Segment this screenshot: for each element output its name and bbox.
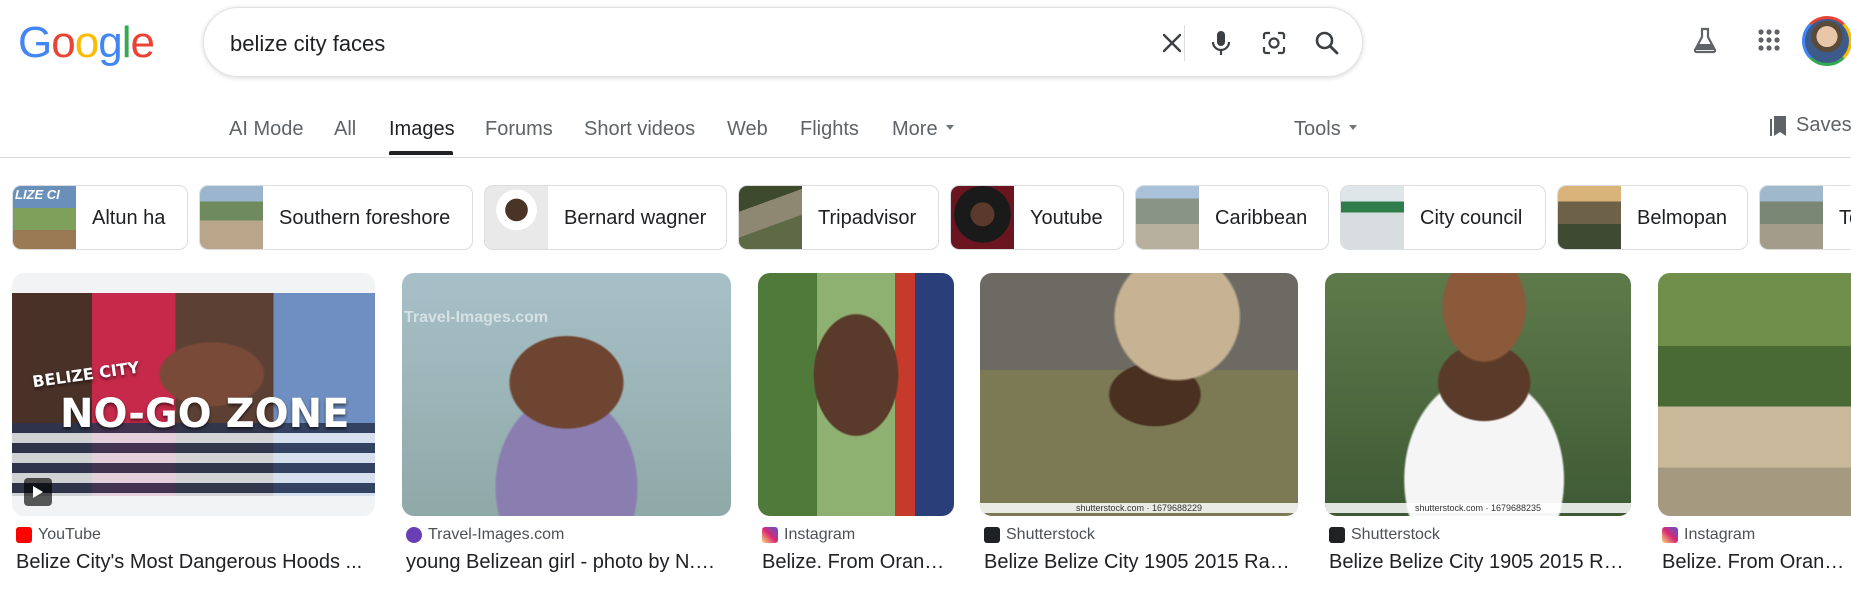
result-source-label: YouTube	[38, 526, 101, 543]
camera-lens-icon[interactable]	[1257, 26, 1291, 60]
chip-thumbnail: LIZE CI	[13, 186, 76, 249]
result-title[interactable]: Belize. From Orang...	[1662, 551, 1850, 574]
travel-images-favicon-icon	[406, 527, 422, 543]
result-title[interactable]: Belize Belize City 1905 2015 Rast...	[984, 551, 1296, 574]
thumb-watermark: Travel-Images.com	[404, 309, 549, 326]
result-source-label: Shutterstock	[1351, 526, 1440, 543]
thumb-watermark: shutterstock.com · 1679688229	[980, 503, 1298, 513]
logo-letter-e: e	[130, 18, 155, 67]
logo-letter-o1: o	[51, 18, 76, 67]
shutterstock-favicon-icon	[1329, 527, 1345, 543]
chip-partial[interactable]: To	[1759, 185, 1851, 250]
tools-label: Tools	[1294, 118, 1341, 140]
chip-label: Altun ha	[92, 207, 166, 229]
search-icon[interactable]	[1310, 26, 1344, 60]
result-source[interactable]: Shutterstock	[984, 526, 1095, 544]
result-source[interactable]: Instagram	[762, 526, 855, 544]
result-source[interactable]: Instagram	[1662, 526, 1755, 544]
chip-thumbnail	[1558, 186, 1621, 249]
result-source-label: Instagram	[784, 526, 856, 543]
instagram-favicon-icon	[1662, 527, 1678, 543]
tab-forums[interactable]: Forums	[485, 118, 553, 141]
chip-city-council[interactable]: City council	[1340, 185, 1546, 250]
result-thumbnail[interactable]	[758, 273, 954, 516]
logo-letter-g2: g	[98, 18, 123, 67]
shutterstock-favicon-icon	[984, 527, 1000, 543]
tabs-divider	[0, 157, 1851, 158]
tab-short-videos[interactable]: Short videos	[584, 118, 695, 141]
saves-label: Saves	[1796, 114, 1851, 136]
saves-button[interactable]: Saves	[1770, 114, 1851, 137]
labs-flask-icon[interactable]	[1687, 22, 1723, 58]
chip-caribbean[interactable]: Caribbean	[1135, 185, 1329, 250]
instagram-favicon-icon	[762, 527, 778, 543]
thumb-overlay-big: NO-GO ZONE	[60, 391, 350, 437]
chip-thumbnail	[200, 186, 263, 249]
tab-images[interactable]: Images	[389, 118, 455, 141]
chip-thumbnail	[951, 186, 1014, 249]
result-title[interactable]: Belize. From Orang...	[762, 551, 952, 574]
chip-thumbnail	[1136, 186, 1199, 249]
result-thumbnail[interactable]: BELIZE CITY NO-GO ZONE	[12, 273, 375, 516]
result-source-label: Instagram	[1684, 526, 1756, 543]
chip-altun-ha[interactable]: LIZE CI Altun ha	[12, 185, 188, 250]
chip-label: Tripadvisor	[818, 207, 917, 229]
chip-southern-foreshore[interactable]: Southern foreshore	[199, 185, 473, 250]
chip-thumbnail	[485, 186, 548, 249]
chip-thumbnail	[1341, 186, 1404, 249]
result-source[interactable]: Shutterstock	[1329, 526, 1440, 544]
chip-tripadvisor[interactable]: Tripadvisor	[738, 185, 939, 250]
google-logo[interactable]: Google	[18, 18, 155, 68]
tab-more[interactable]: More	[892, 118, 954, 141]
chip-thumb-text: LIZE CI	[15, 187, 60, 202]
chip-thumbnail	[1760, 186, 1823, 249]
tab-flights[interactable]: Flights	[800, 118, 859, 141]
play-icon[interactable]	[24, 478, 52, 506]
chip-bernard-wagner[interactable]: Bernard wagner	[484, 185, 727, 250]
result-thumbnail[interactable]: shutterstock.com · 1679688229	[980, 273, 1298, 516]
result-source[interactable]: YouTube	[16, 526, 101, 544]
account-avatar[interactable]	[1802, 16, 1851, 66]
chip-label: Youtube	[1030, 207, 1103, 229]
chip-label: Caribbean	[1215, 207, 1308, 229]
chip-youtube[interactable]: Youtube	[950, 185, 1124, 250]
chip-label: Bernard wagner	[564, 207, 707, 229]
search-tabs: AI Mode All Images Forums Short videos W…	[0, 114, 1851, 158]
result-title[interactable]: Belize Belize City 1905 2015 Ras...	[1329, 551, 1629, 574]
logo-letter-l: l	[121, 18, 132, 67]
microphone-icon[interactable]	[1204, 26, 1238, 60]
result-title[interactable]: Belize City's Most Dangerous Hoods ...	[16, 551, 366, 574]
search-divider	[1184, 25, 1185, 61]
result-source-label: Shutterstock	[1006, 526, 1095, 543]
chip-label: Southern foreshore	[279, 207, 451, 229]
search-box[interactable]: belize city faces	[203, 7, 1363, 77]
tab-more-label: More	[892, 118, 938, 140]
active-tab-indicator	[389, 151, 453, 155]
result-title[interactable]: young Belizean girl - photo by N.Ca...	[406, 551, 726, 574]
result-thumbnail[interactable]: shutterstock.com · 1679688235	[1325, 273, 1631, 516]
result-thumbnail[interactable]: Travel-Images.com	[402, 273, 731, 516]
logo-letter-o2: o	[74, 18, 100, 67]
chevron-down-icon	[945, 125, 954, 131]
result-thumbnail[interactable]	[1658, 273, 1851, 516]
tab-web[interactable]: Web	[727, 118, 768, 141]
search-input[interactable]: belize city faces	[230, 31, 385, 57]
tab-all[interactable]: All	[334, 118, 356, 141]
result-source-label: Travel-Images.com	[428, 526, 565, 543]
chip-label: City council	[1420, 207, 1523, 229]
chip-label: To	[1839, 207, 1851, 229]
chip-thumbnail	[739, 186, 802, 249]
thumb-watermark: shutterstock.com · 1679688235	[1325, 503, 1631, 513]
chip-belmopan[interactable]: Belmopan	[1557, 185, 1748, 250]
tab-ai-mode[interactable]: AI Mode	[229, 118, 303, 141]
bookmark-icon	[1770, 115, 1786, 136]
tools-button[interactable]: Tools	[1294, 118, 1357, 141]
result-source[interactable]: Travel-Images.com	[406, 526, 564, 544]
chip-label: Belmopan	[1637, 207, 1728, 229]
youtube-favicon-icon	[16, 527, 32, 543]
apps-grid-icon[interactable]	[1751, 22, 1787, 58]
chevron-down-icon	[1348, 125, 1357, 131]
logo-letter-g: G	[18, 18, 52, 67]
